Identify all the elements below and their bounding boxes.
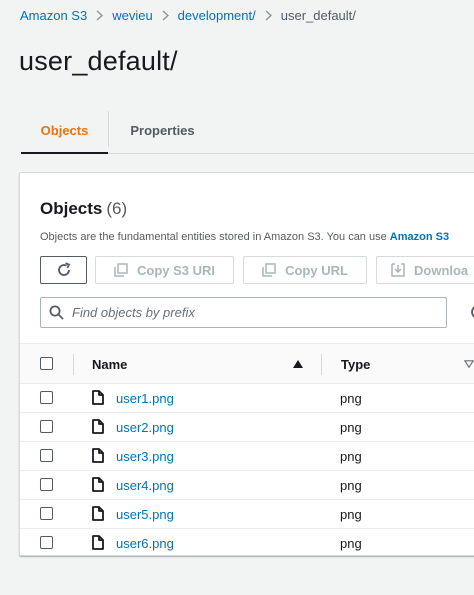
refresh-button[interactable] <box>40 256 87 284</box>
panel-description-link[interactable]: Amazon S3 <box>390 231 449 243</box>
row-checkbox[interactable] <box>40 478 53 491</box>
breadcrumb: Amazon S3 wevieu development/ user_defau… <box>20 6 356 24</box>
select-all-checkbox[interactable] <box>40 357 53 370</box>
copy-s3-uri-button[interactable]: Copy S3 URI <box>95 256 234 284</box>
copy-url-label: Copy URL <box>285 262 348 278</box>
panel-description: Objects are the fundamental entities sto… <box>40 231 449 243</box>
column-header-type[interactable]: Type <box>341 357 370 372</box>
page-title: user_default/ <box>19 46 178 76</box>
row-checkbox[interactable] <box>40 536 53 549</box>
tab-objects[interactable]: Objects <box>21 108 108 154</box>
panel-description-text: Objects are the fundamental entities sto… <box>40 231 390 243</box>
chevron-right-icon <box>162 9 169 21</box>
table-header: Name Type <box>20 343 474 384</box>
file-icon <box>92 419 104 434</box>
breadcrumb-link-amazon-s3[interactable]: Amazon S3 <box>20 8 87 23</box>
download-icon <box>391 263 405 277</box>
file-icon <box>92 535 104 550</box>
table-row[interactable]: user1.png png <box>20 384 474 413</box>
file-icon <box>92 506 104 521</box>
file-icon <box>92 390 104 405</box>
sort-ascending-icon[interactable] <box>293 360 303 368</box>
object-name-link[interactable]: user1.png <box>116 391 174 406</box>
circle-icon[interactable] <box>466 304 474 320</box>
column-header-name[interactable]: Name <box>92 357 127 372</box>
object-type: png <box>340 449 362 464</box>
sort-icon[interactable] <box>464 360 474 368</box>
object-name-link[interactable]: user6.png <box>116 536 174 551</box>
copy-s3-uri-label: Copy S3 URI <box>136 262 215 278</box>
object-count: (6) <box>106 199 128 218</box>
breadcrumb-link-bucket[interactable]: wevieu <box>112 8 152 23</box>
object-name-link[interactable]: user3.png <box>116 449 174 464</box>
table-row[interactable]: user5.png png <box>20 500 474 529</box>
table-row[interactable]: user2.png png <box>20 413 474 442</box>
object-type: png <box>340 507 362 522</box>
copy-icon <box>262 263 276 277</box>
panel-title-text: Objects <box>40 199 103 218</box>
object-type: png <box>340 536 362 551</box>
download-label: Downloa <box>414 262 469 278</box>
row-checkbox[interactable] <box>40 420 53 433</box>
search-input[interactable] <box>72 305 432 320</box>
object-name-link[interactable]: user4.png <box>116 478 174 493</box>
breadcrumb-current: user_default/ <box>280 7 356 23</box>
column-separator <box>321 354 322 375</box>
copy-url-button[interactable]: Copy URL <box>243 256 367 284</box>
file-icon <box>92 477 104 492</box>
tab-bar: Objects Properties <box>21 108 474 154</box>
file-icon <box>92 448 104 463</box>
chevron-right-icon <box>265 9 272 21</box>
table-row[interactable]: user4.png png <box>20 471 474 500</box>
download-button[interactable]: Downloa <box>376 256 474 284</box>
panel-title: Objects (6) <box>40 199 127 219</box>
object-type: png <box>340 420 362 435</box>
objects-panel: Objects (6) Objects are the fundamental e… <box>19 172 474 556</box>
table-row[interactable]: user6.png png <box>20 529 474 555</box>
tab-properties[interactable]: Properties <box>109 108 216 153</box>
row-checkbox[interactable] <box>40 449 53 462</box>
row-checkbox[interactable] <box>40 507 53 520</box>
breadcrumb-link-folder[interactable]: development/ <box>178 8 256 23</box>
object-name-link[interactable]: user2.png <box>116 420 174 435</box>
object-type: png <box>340 391 362 406</box>
copy-icon <box>114 263 128 277</box>
row-checkbox[interactable] <box>40 391 53 404</box>
column-separator <box>73 354 74 375</box>
table-row[interactable]: user3.png png <box>20 442 474 471</box>
object-type: png <box>340 478 362 493</box>
object-name-link[interactable]: user5.png <box>116 507 174 522</box>
search-icon <box>49 305 64 320</box>
refresh-icon <box>57 262 70 276</box>
chevron-right-icon <box>96 9 104 21</box>
search-box <box>40 297 447 328</box>
